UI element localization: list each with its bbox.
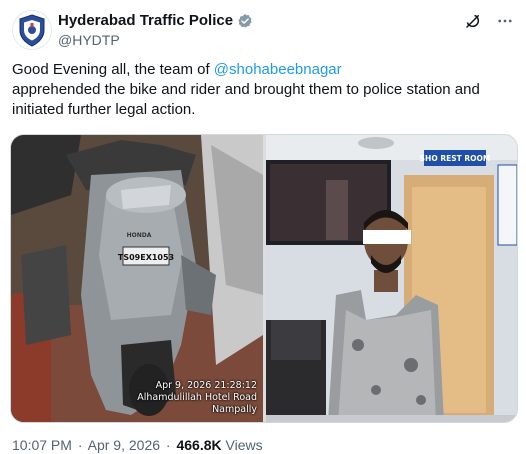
avatar[interactable] [12, 10, 52, 50]
meta-separator: · [165, 437, 171, 453]
number-plate: TS09EX1053 [118, 253, 174, 262]
tweet-text: Good Evening all, the team of @shohabeeb… [12, 60, 512, 120]
media-grid: TS09EX1053 HONDA Apr 9, 2026 21:28:12 Al… [10, 134, 518, 423]
author-display-name[interactable]: Hyderabad Traffic Police [58, 12, 233, 30]
verified-badge-icon [238, 14, 252, 28]
tweet-header: Hyderabad Traffic Police @HYDTP [12, 10, 514, 50]
more-icon[interactable] [496, 12, 514, 30]
views-label: Views [225, 437, 263, 453]
meta-separator: · [77, 437, 83, 453]
stamp-area: Nampally [212, 404, 257, 415]
tweet-date[interactable]: Apr 9, 2026 [88, 437, 160, 453]
mention-link[interactable]: @shohabeebnagar [214, 61, 342, 78]
tweet-text-body: apprehended the bike and rider and broug… [12, 81, 480, 118]
grok-icon[interactable] [464, 12, 482, 30]
bike-photo[interactable]: TS09EX1053 HONDA Apr 9, 2026 21:28:12 Al… [11, 135, 263, 422]
author-names: Hyderabad Traffic Police @HYDTP [58, 12, 253, 49]
rider-photo[interactable]: SHO REST ROOM [266, 135, 517, 422]
tweet-meta: 10:07 PM · Apr 9, 2026 · 466.8K Views [12, 436, 263, 454]
stamp-datetime: Apr 9, 2026 21:28:12 [155, 380, 257, 391]
author-handle[interactable]: @HYDTP [58, 31, 253, 49]
police-logo-icon [19, 14, 45, 47]
tweet-card: Hyderabad Traffic Police @HYDTP Good Eve… [0, 0, 526, 454]
scooter-image: TS09EX1053 HONDA [11, 135, 263, 422]
header-actions [464, 12, 514, 30]
room-sign: SHO REST ROOM [420, 154, 491, 163]
tweet-text-intro: Good Evening all, the team of [12, 61, 214, 78]
photo-timestamp: Apr 9, 2026 21:28:12 Alhamdulillah Hotel… [137, 380, 257, 416]
stamp-location: Alhamdulillah Hotel Road [137, 392, 257, 403]
rider-image: SHO REST ROOM [266, 135, 517, 422]
author-name[interactable]: Hyderabad Traffic Police [58, 12, 253, 30]
brand-label: HONDA [127, 232, 152, 239]
views-count: 466.8K [176, 437, 222, 453]
tweet-time[interactable]: 10:07 PM [12, 437, 72, 453]
